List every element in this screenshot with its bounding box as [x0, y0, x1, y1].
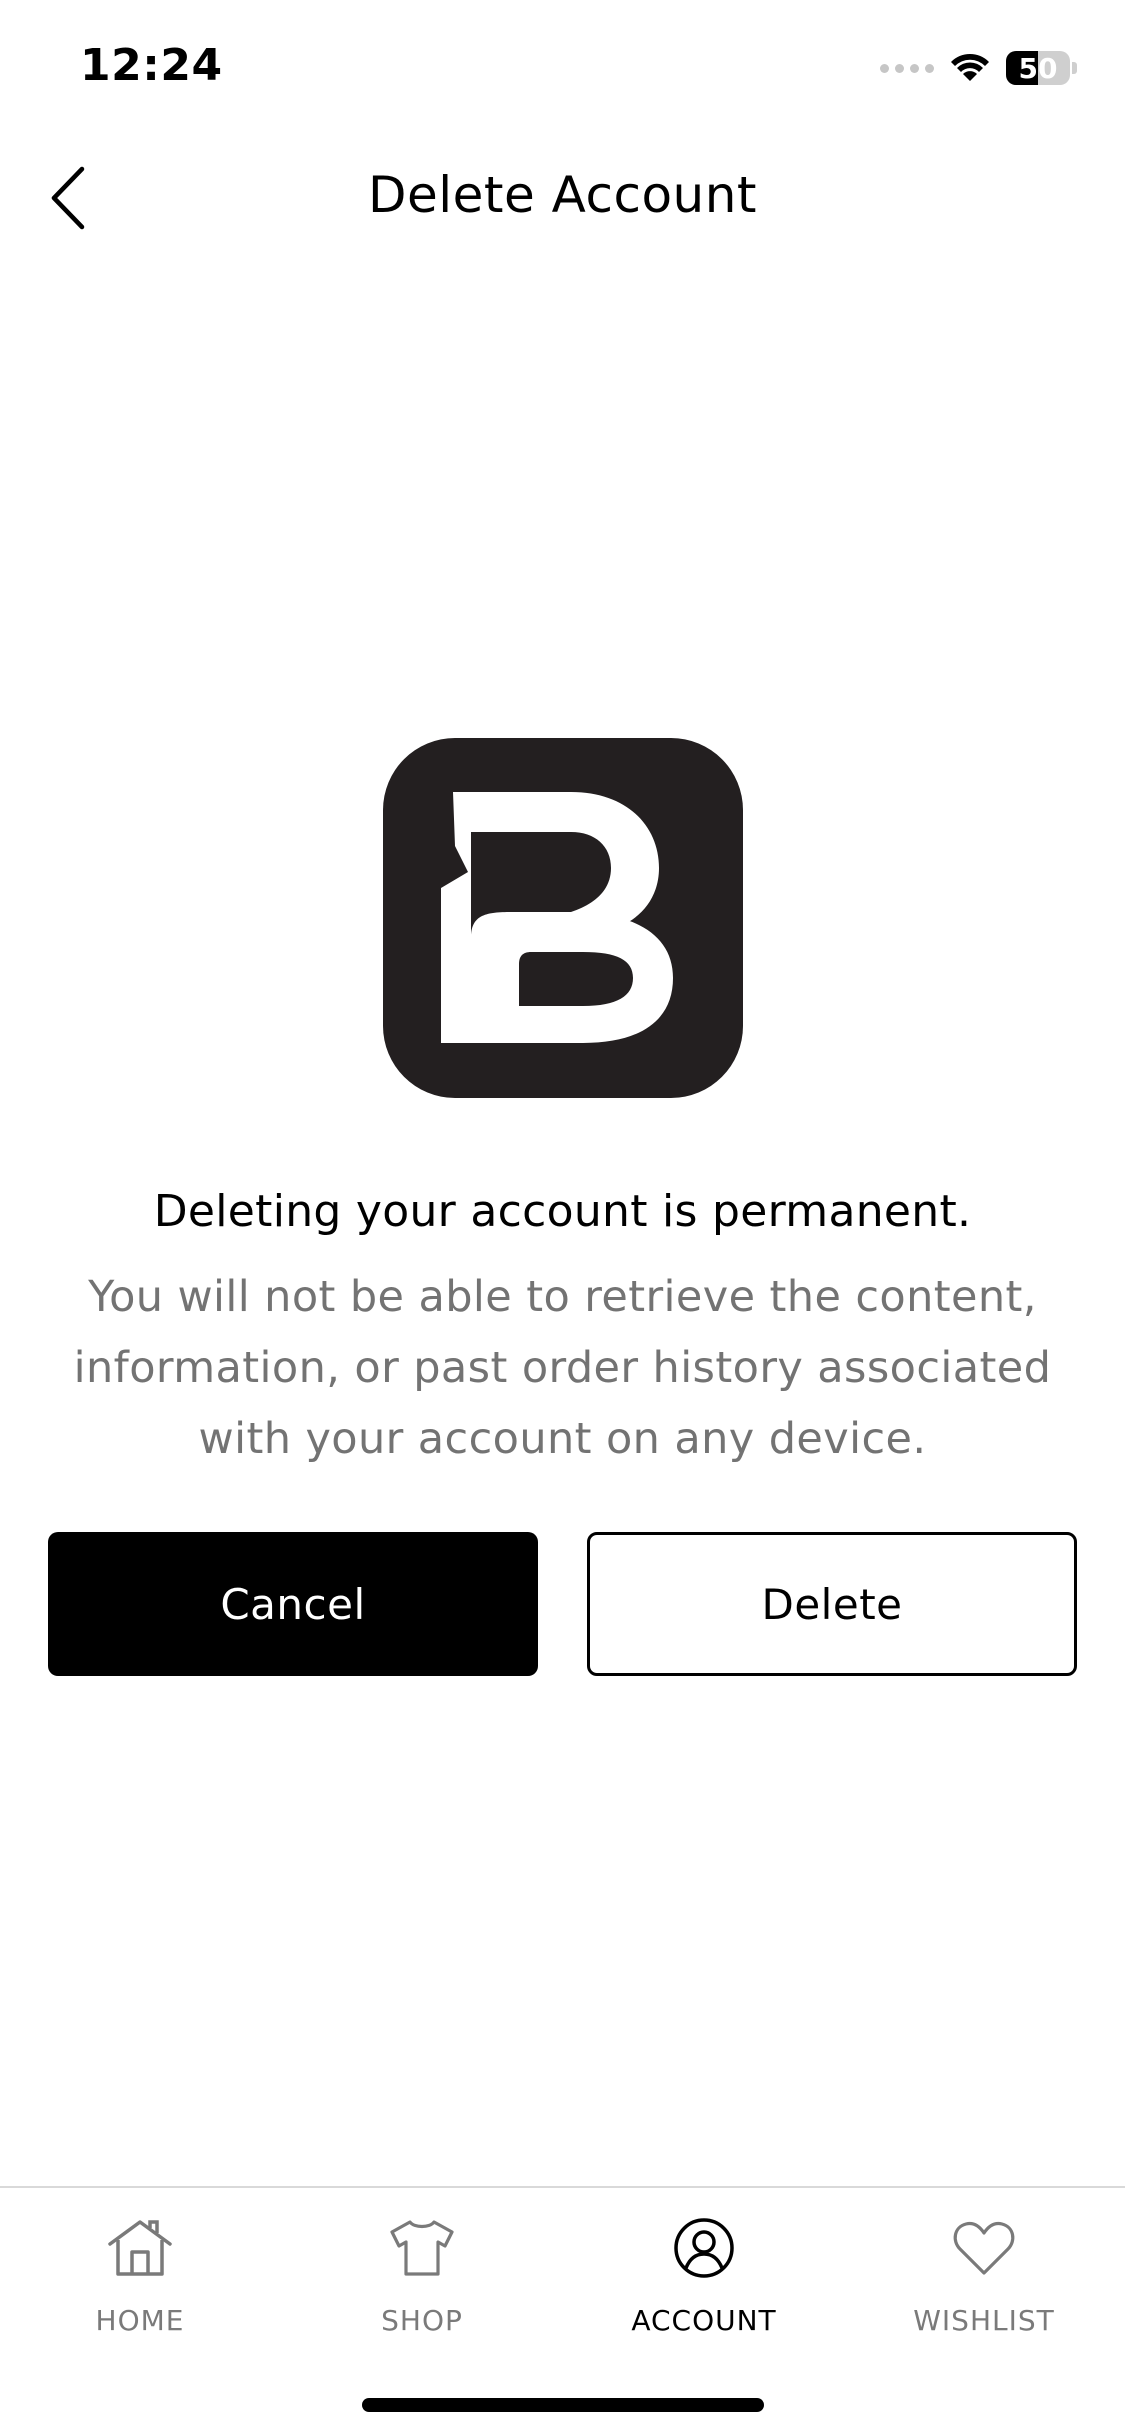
tab-wishlist[interactable]: WISHLIST: [864, 2212, 1104, 2337]
tab-home[interactable]: HOME: [20, 2212, 260, 2337]
cellular-signal-icon: [880, 63, 934, 73]
delete-account-screen: 12:24 50 Delete Account Deleting your ac…: [0, 0, 1125, 2436]
tab-account-label: ACCOUNT: [631, 2304, 777, 2337]
wifi-icon: [951, 53, 989, 81]
cancel-button[interactable]: Cancel: [48, 1532, 538, 1676]
tshirt-icon: [386, 2212, 458, 2284]
delete-button[interactable]: Delete: [587, 1532, 1077, 1676]
tab-account[interactable]: ACCOUNT: [584, 2212, 824, 2337]
battery-icon: 50: [1006, 51, 1070, 85]
warning-description: You will not be able to retrieve the con…: [73, 1272, 1052, 1464]
tab-shop-label: SHOP: [381, 2304, 463, 2337]
battery-nub: [1072, 62, 1077, 74]
status-icons: 50: [880, 44, 1077, 92]
heart-icon: [948, 2212, 1020, 2284]
battery-level: 50: [1018, 51, 1058, 85]
brand-logo-icon: [383, 738, 743, 1098]
warning-headline: Deleting your account is permanent.: [153, 1186, 972, 1237]
page-title: Delete Account: [367, 166, 758, 224]
status-time: 12:24: [80, 40, 223, 91]
tab-wishlist-label: WISHLIST: [913, 2304, 1055, 2337]
tab-shop[interactable]: SHOP: [302, 2212, 542, 2337]
home-indicator[interactable]: [362, 2398, 764, 2412]
tab-home-label: HOME: [95, 2304, 185, 2337]
house-icon: [104, 2212, 176, 2284]
user-circle-icon: [668, 2212, 740, 2284]
